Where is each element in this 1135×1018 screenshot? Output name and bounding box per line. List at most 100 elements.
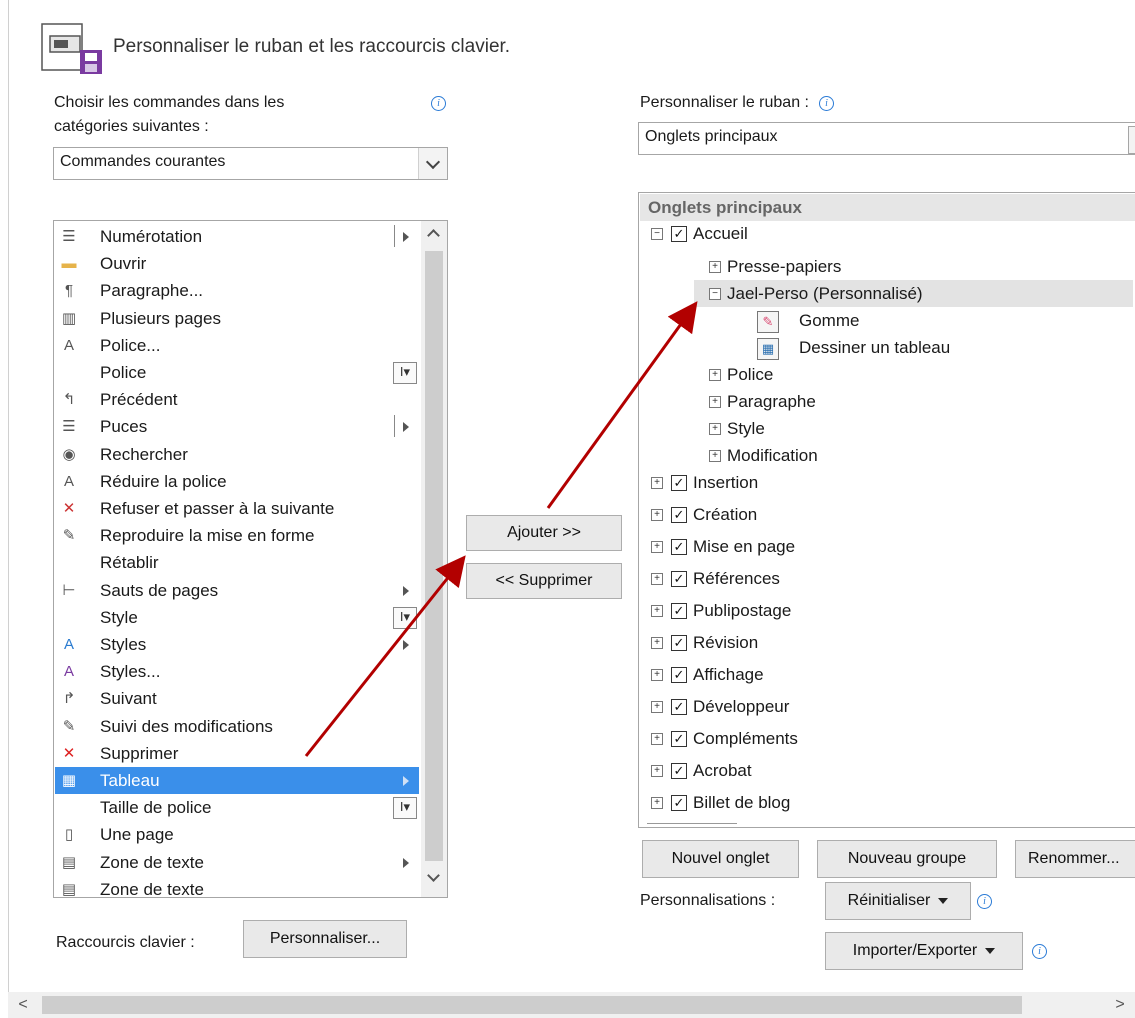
tree-item[interactable]: ✎ Gomme	[639, 307, 1133, 334]
tab-checkbox[interactable]: ✓	[671, 795, 687, 811]
tree-item[interactable]: + Modification	[639, 442, 1133, 469]
rename-button[interactable]: Renommer...	[1015, 840, 1135, 878]
command-item[interactable]: Rétablir	[55, 549, 419, 576]
command-item[interactable]: ▦ Tableau	[55, 767, 419, 794]
scroll-thumb[interactable]	[42, 996, 1022, 1014]
expand-icon[interactable]: +	[651, 669, 663, 681]
tree-item[interactable]: + ✓ Affichage	[639, 661, 1133, 688]
command-item[interactable]: ¶ Paragraphe...	[55, 277, 419, 304]
tree-item[interactable]: + Presse-papiers	[639, 253, 1133, 280]
collapse-icon[interactable]: −	[709, 288, 721, 300]
info-icon[interactable]: i	[431, 96, 446, 111]
ribbon-tree[interactable]: Onglets principaux − ✓ Accueil + Presse-papi…	[638, 192, 1135, 828]
expand-icon[interactable]: +	[651, 797, 663, 809]
expand-icon[interactable]: +	[651, 765, 663, 777]
command-item[interactable]: ▯ Une page	[55, 821, 419, 848]
expand-icon[interactable]: +	[651, 477, 663, 489]
tab-checkbox[interactable]: ✓	[671, 475, 687, 491]
tree-item[interactable]: + Style	[639, 415, 1133, 442]
tree-item[interactable]: + Paragraphe	[639, 388, 1133, 415]
expand-icon[interactable]: +	[709, 423, 721, 435]
expand-icon[interactable]: +	[651, 509, 663, 521]
command-item[interactable]: ✕ Supprimer	[55, 740, 419, 767]
command-item[interactable]: ◉ Rechercher	[55, 441, 419, 468]
collapse-icon[interactable]: −	[651, 228, 663, 240]
command-item[interactable]: ✎ Suivi des modifications	[55, 713, 419, 740]
tree-item[interactable]: − ✓ Accueil	[639, 220, 1133, 247]
command-item[interactable]: ☰ Numérotation	[55, 223, 419, 250]
scroll-left-icon[interactable]: <	[8, 992, 38, 1018]
command-item[interactable]: A Styles	[55, 631, 419, 658]
customize-shortcuts-button[interactable]: Personnaliser...	[243, 920, 407, 958]
tree-item[interactable]: + ✓ Compléments	[639, 725, 1133, 752]
command-item[interactable]: Taille de police I▾	[55, 794, 419, 821]
expand-icon[interactable]: +	[709, 396, 721, 408]
command-item[interactable]: ⊢ Sauts de pages	[55, 577, 419, 604]
reset-button[interactable]: Réinitialiser	[825, 882, 971, 920]
tree-item[interactable]: + ✓ Création	[639, 501, 1133, 528]
command-item[interactable]: Style I▾	[55, 604, 419, 631]
tree-item[interactable]: + ✓ Mise en page	[639, 533, 1133, 560]
tab-checkbox[interactable]: ✓	[671, 763, 687, 779]
command-item[interactable]: ▤ Zone de texte	[55, 876, 419, 897]
scroll-right-icon[interactable]: >	[1105, 992, 1135, 1018]
tab-checkbox[interactable]: ✓	[671, 539, 687, 555]
tree-item[interactable]: + ✓ Révision	[639, 629, 1133, 656]
tree-item[interactable]: + ✓ Publipostage	[639, 597, 1133, 624]
command-item[interactable]: ▬ Ouvrir	[55, 250, 419, 277]
info-icon[interactable]: i	[1032, 944, 1047, 959]
tab-checkbox[interactable]: ✓	[671, 571, 687, 587]
import-export-button[interactable]: Importer/Exporter	[825, 932, 1023, 970]
info-icon[interactable]: i	[819, 96, 834, 111]
command-item[interactable]: ✎ Reproduire la mise en forme	[55, 522, 419, 549]
expand-icon[interactable]: +	[651, 605, 663, 617]
chevron-down-icon[interactable]	[418, 148, 447, 179]
command-item[interactable]: A Police...	[55, 332, 419, 359]
scroll-down-icon[interactable]	[427, 869, 440, 882]
expand-icon[interactable]: +	[709, 261, 721, 273]
tree-item[interactable]: + ✓ Billet de blog	[639, 789, 1133, 816]
tree-item[interactable]: + ✓ Acrobat	[639, 757, 1133, 784]
command-item[interactable]: A Réduire la police	[55, 468, 419, 495]
expand-icon[interactable]: +	[651, 541, 663, 553]
tree-item[interactable]: + ✓ Insertion	[639, 469, 1133, 496]
ribbon-dropdown[interactable]: Onglets principaux	[638, 122, 1135, 155]
command-item[interactable]: A Styles...	[55, 658, 419, 685]
tab-checkbox[interactable]: ✓	[671, 635, 687, 651]
tab-checkbox[interactable]: ✓	[671, 667, 687, 683]
scroll-thumb[interactable]	[425, 251, 443, 861]
expand-icon[interactable]: +	[651, 573, 663, 585]
scroll-up-icon[interactable]	[427, 229, 440, 242]
new-group-button[interactable]: Nouveau groupe	[817, 840, 997, 878]
commands-list[interactable]: ☰ Numérotation ▬ Ouvrir ¶ Paragraphe... ▥ Plusi…	[53, 220, 448, 898]
tree-item[interactable]: − Jael-Perso (Personnalisé)	[694, 280, 1133, 307]
commands-scrollbar[interactable]	[421, 221, 447, 897]
tab-checkbox[interactable]: ✓	[671, 699, 687, 715]
command-item[interactable]: ☰ Puces	[55, 413, 419, 440]
expand-icon[interactable]: +	[651, 733, 663, 745]
tab-checkbox[interactable]: ✓	[671, 731, 687, 747]
info-icon[interactable]: i	[977, 894, 992, 909]
expand-icon[interactable]: +	[709, 450, 721, 462]
tab-checkbox[interactable]: ✓	[671, 603, 687, 619]
tree-item[interactable]: + ✓ Références	[639, 565, 1133, 592]
new-tab-button[interactable]: Nouvel onglet	[642, 840, 799, 878]
command-item[interactable]: ✕ Refuser et passer à la suivante	[55, 495, 419, 522]
horizontal-scrollbar[interactable]: < >	[8, 992, 1135, 1018]
command-item[interactable]: ▤ Zone de texte	[55, 849, 419, 876]
command-item[interactable]: ↰ Précédent	[55, 386, 419, 413]
command-item[interactable]: ↱ Suivant	[55, 685, 419, 712]
tree-item[interactable]: + Police	[639, 361, 1133, 388]
command-item[interactable]: ▥ Plusieurs pages	[55, 305, 419, 332]
tree-item[interactable]: + ✓ Développeur	[639, 693, 1133, 720]
tab-checkbox[interactable]: ✓	[671, 507, 687, 523]
tree-item[interactable]: ▦ Dessiner un tableau	[639, 334, 1133, 361]
tab-checkbox[interactable]: ✓	[671, 226, 687, 242]
remove-button[interactable]: << Supprimer	[466, 563, 622, 599]
add-button[interactable]: Ajouter >>	[466, 515, 622, 551]
expand-icon[interactable]: +	[651, 637, 663, 649]
expand-icon[interactable]: +	[651, 701, 663, 713]
category-dropdown[interactable]: Commandes courantes	[53, 147, 448, 180]
expand-icon[interactable]: +	[709, 369, 721, 381]
chevron-down-icon[interactable]	[1128, 126, 1135, 154]
